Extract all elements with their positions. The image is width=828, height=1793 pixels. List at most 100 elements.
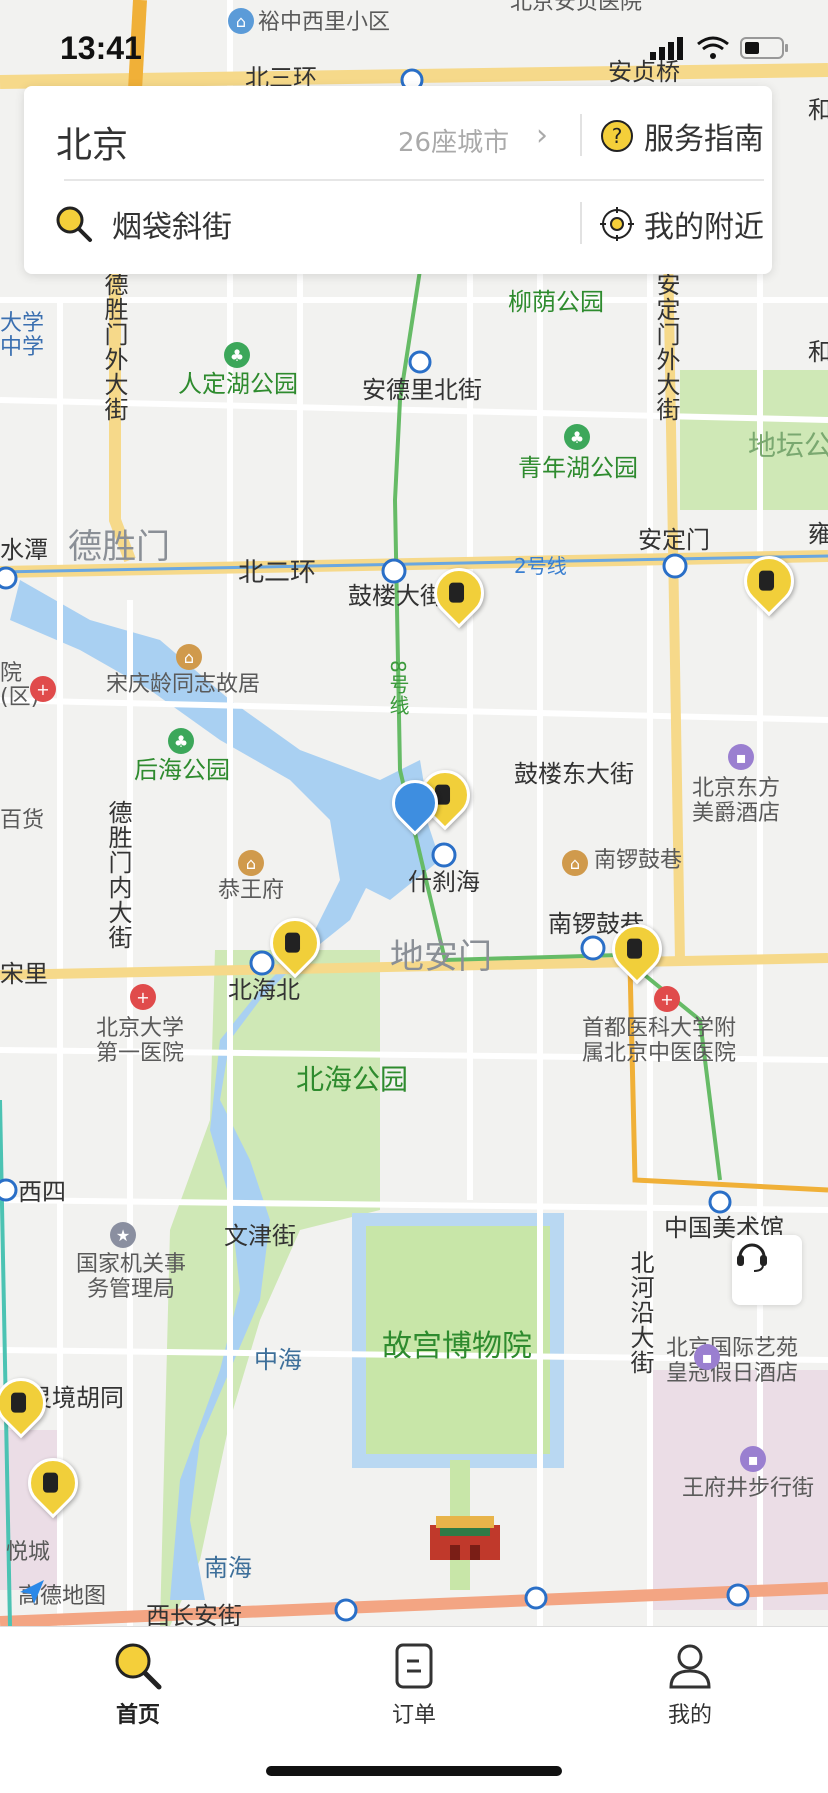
map-label-beihaibei: 北海北 <box>228 976 300 1004</box>
hospital-icon: + <box>30 676 56 702</box>
service-guide-label: 服务指南 <box>644 122 764 157</box>
cellular-signal-icon <box>650 37 683 60</box>
map-label-yong: 雍 <box>808 520 828 548</box>
map-label-deshengmen: 德胜门 <box>68 527 170 567</box>
map-label-pku-first-hospital: 北京大学第一医院 <box>96 1016 185 1067</box>
map-label-beihai-park: 北海公园 <box>296 1063 409 1096</box>
locate-icon <box>600 207 634 241</box>
map-label-baihuo: 百货 <box>0 808 45 833</box>
map-label-gugong: 故宫博物院 <box>382 1329 532 1364</box>
tab-orders[interactable]: 订单 <box>354 1641 474 1729</box>
map-label-qingnianhu-park: 青年湖公园 <box>518 454 638 482</box>
order-icon <box>395 1643 433 1689</box>
park-icon: ♣ <box>168 728 194 754</box>
tiananmen-icon <box>430 1516 500 1560</box>
status-bar: 13:41 <box>0 0 828 88</box>
map-label-zhonghai: 中海 <box>254 1346 302 1374</box>
shopping-icon: ▪ <box>740 1446 766 1472</box>
map-label-song-qingling: 宋庆龄同志故居 <box>106 672 261 697</box>
map-label-line8: 8号线 <box>386 660 410 716</box>
amap-logo-icon <box>20 1580 44 1604</box>
map-label-yuecheng: 悦城 <box>6 1540 51 1565</box>
search-icon <box>56 206 92 242</box>
map-label-nanhai: 南海 <box>204 1554 252 1582</box>
home-search-icon <box>115 1643 162 1690</box>
map-label-dongfang-hotel: 北京东方美爵酒店 <box>692 776 781 827</box>
museum-icon: ⌂ <box>176 644 202 670</box>
customer-service-button[interactable] <box>732 1235 802 1305</box>
map-label-andeli-st: 安德里北街 <box>362 376 482 404</box>
tab-mine-label: 我的 <box>667 1703 712 1728</box>
hotel-icon: ▪ <box>694 1344 720 1370</box>
luggage-icon <box>627 938 643 959</box>
map-label-andingmenwai: 安定门外大街 <box>652 272 680 422</box>
map-attribution: 高德地图 <box>18 1578 106 1610</box>
question-icon: ? <box>601 120 633 152</box>
map-label-north-2nd-ring: 北二环 <box>238 558 317 588</box>
svg-text:?: ? <box>612 124 623 148</box>
map-label-line2: 2号线 <box>514 554 567 578</box>
search-text: 烟袋斜街 <box>112 210 232 245</box>
map-label-dianmen: 地安门 <box>390 937 492 977</box>
tab-home-label: 首页 <box>115 1703 160 1728</box>
headset-icon <box>737 1243 767 1272</box>
person-icon <box>669 1644 711 1689</box>
museum-icon: ⌂ <box>238 850 264 876</box>
museum-icon: ⌂ <box>562 850 588 876</box>
map-label-daxue: 大学中学 <box>0 311 45 361</box>
map-label-nanluoguxiang: 南锣鼓巷 <box>594 848 683 873</box>
map-label-gulou: 鼓楼大街 <box>348 582 444 610</box>
luggage-icon <box>449 582 465 603</box>
map-label-beiheyan: 北河沿大街 <box>626 1250 654 1375</box>
map-label-liuyin-park: 柳荫公园 <box>508 288 604 316</box>
nearby-label: 我的附近 <box>644 210 764 245</box>
map-label-xisi: 西四 <box>18 1178 66 1206</box>
park-icon: ♣ <box>564 424 590 450</box>
map-label-deshengmenwai: 德胜门外大街 <box>100 272 128 422</box>
map-label-rendinghu-park: 人定湖公园 <box>178 370 298 398</box>
nearby-button[interactable]: 我的附近 <box>600 202 764 246</box>
map-label-gongwangfu: 恭王府 <box>218 878 285 903</box>
map-label-houhai-park: 后海公园 <box>134 756 230 784</box>
tab-home[interactable]: 首页 <box>78 1641 198 1729</box>
luggage-icon <box>43 1472 59 1493</box>
city-selector[interactable]: 北京 <box>56 116 128 168</box>
status-time: 13:41 <box>60 30 142 66</box>
hotel-icon: ▪ <box>728 744 754 770</box>
map-label-ditan: 地坛公 <box>748 429 828 462</box>
park-icon: ♣ <box>224 342 250 368</box>
luggage-icon <box>759 570 775 591</box>
battery-icon <box>740 37 788 59</box>
map-label-shuitan: 水潭 <box>0 536 48 564</box>
map-label-changan: 西长安街 <box>146 1602 242 1626</box>
map-label-andingmen: 安定门 <box>638 526 710 554</box>
hospital-icon: + <box>130 984 156 1010</box>
divider <box>580 114 582 156</box>
map-label-guojiguan: 国家机关事务管理局 <box>75 1252 186 1303</box>
divider <box>580 202 582 244</box>
map-label-guloudong: 鼓楼东大街 <box>514 760 634 788</box>
divider <box>64 179 764 181</box>
city-count[interactable]: 26座城市 <box>398 122 509 159</box>
service-guide-button[interactable]: ? 服务指南 <box>600 114 764 158</box>
map-label-tcm-hospital: 首都医科大学附属北京中医医院 <box>582 1016 737 1067</box>
tab-mine[interactable]: 我的 <box>630 1641 750 1729</box>
map-label-he-top: 和 <box>808 96 828 124</box>
location-search-card: 北京 26座城市 › ? 服务指南 烟袋斜街 我的附近 <box>24 86 772 274</box>
wifi-icon <box>697 36 729 59</box>
home-indicator <box>266 1766 562 1776</box>
map-label-wenjin: 文津街 <box>224 1222 296 1250</box>
chevron-right-icon[interactable]: › <box>536 118 548 153</box>
search-field[interactable]: 烟袋斜街 <box>54 202 232 246</box>
map-label-wangfujing: 王府井步行街 <box>682 1476 815 1501</box>
luggage-icon <box>11 1392 27 1413</box>
tab-orders-label: 订单 <box>391 1703 436 1728</box>
map-label-xizhimen: 宋里 <box>0 960 48 988</box>
map-label-yuan: 院(区) <box>0 661 40 711</box>
hospital-icon: + <box>654 986 680 1012</box>
luggage-icon <box>285 932 301 953</box>
map-label-crowne-plaza: 北京国际艺苑皇冠假日酒店 <box>666 1336 799 1387</box>
map-label-he-mid: 和 <box>808 338 828 366</box>
map-label-deshengmennei: 德胜门内大街 <box>104 800 132 950</box>
map-label-shichahai: 什刹海 <box>408 868 480 896</box>
